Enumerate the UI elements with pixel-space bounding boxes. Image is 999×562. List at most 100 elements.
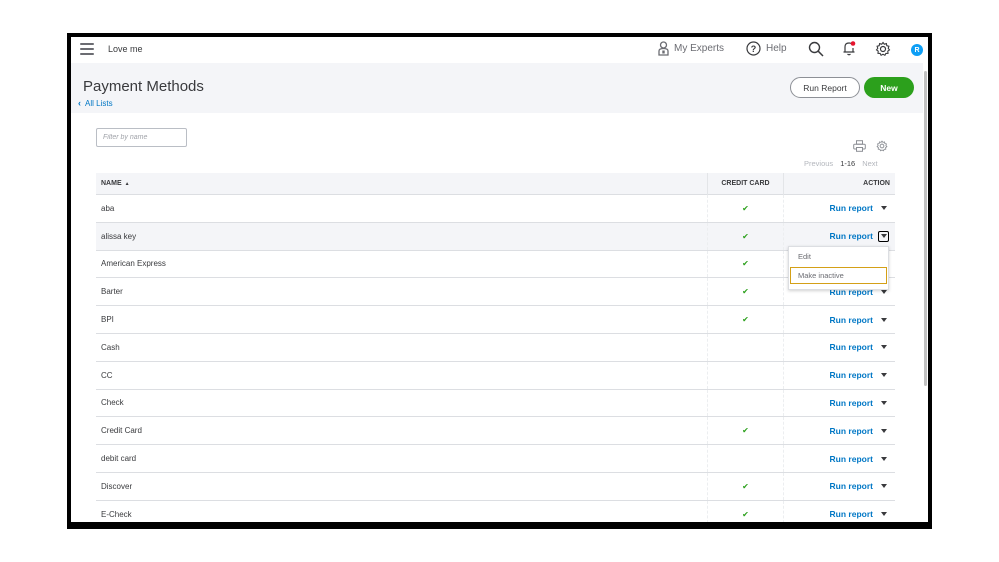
page-header: Payment Methods ‹ All Lists Run Report N… (71, 63, 923, 113)
notifications-button[interactable] (842, 40, 856, 57)
checkmark-icon: ✔ (742, 315, 749, 325)
credit-card-cell (707, 333, 783, 361)
avatar[interactable]: R (911, 44, 923, 56)
table-row[interactable]: CC Run report (96, 361, 895, 390)
run-report-link[interactable]: Run report (830, 509, 873, 519)
run-report-link[interactable]: Run report (830, 342, 873, 352)
top-bar: Love me My Experts ? Help R (71, 37, 928, 63)
payment-method-name: Cash (101, 342, 120, 352)
previous-page-button[interactable]: Previous (804, 159, 833, 168)
run-report-link[interactable]: Run report (830, 398, 873, 408)
expert-person-icon (658, 41, 669, 56)
table-row[interactable]: aba ✔ Run report (96, 195, 895, 223)
payment-method-name: Discover (101, 481, 133, 491)
table-row[interactable]: alissa key ✔ Run report (96, 222, 895, 251)
chevron-down-icon[interactable] (878, 342, 889, 353)
payment-method-name: Credit Card (101, 426, 142, 436)
column-name-label: NAME (101, 180, 122, 187)
table-row[interactable]: Barter ✔ Run report (96, 278, 895, 307)
action-cell: Run report (783, 306, 895, 333)
table-row[interactable]: Discover ✔ Run report (96, 472, 895, 501)
action-cell: Run report (783, 445, 895, 472)
table-settings-button[interactable] (876, 139, 888, 157)
company-name: Love me (108, 44, 143, 54)
chevron-down-icon[interactable] (878, 481, 889, 492)
payment-method-name: Check (101, 398, 124, 408)
table-row[interactable]: Check Run report (96, 389, 895, 418)
settings-button[interactable] (875, 41, 891, 57)
run-report-button[interactable]: Run Report (790, 77, 860, 98)
chevron-down-icon[interactable] (878, 509, 889, 520)
checkmark-icon: ✔ (742, 203, 749, 213)
gear-icon (875, 41, 891, 57)
gear-icon (876, 140, 888, 152)
my-experts-button[interactable]: My Experts (658, 41, 724, 56)
run-report-link[interactable]: Run report (830, 426, 873, 436)
next-page-button[interactable]: Next (862, 159, 877, 168)
run-report-link[interactable]: Run report (830, 370, 873, 380)
table-row[interactable]: Cash Run report (96, 333, 895, 362)
printer-icon (853, 140, 866, 152)
monitor-frame: Love me My Experts ? Help R Payment Meth… (67, 33, 932, 529)
chevron-left-icon: ‹ (78, 98, 81, 108)
table-row[interactable]: Credit Card ✔ Run report (96, 417, 895, 446)
action-cell: Run report (783, 417, 895, 445)
app-window: Love me My Experts ? Help R Payment Meth… (71, 37, 928, 522)
action-cell: Run report (783, 333, 895, 361)
payment-method-name: aba (101, 203, 115, 213)
new-button[interactable]: New (864, 77, 914, 98)
run-report-link[interactable]: Run report (830, 203, 873, 213)
all-lists-link[interactable]: ‹ All Lists (78, 98, 113, 108)
run-report-link[interactable]: Run report (830, 481, 873, 491)
menu-item-make-inactive[interactable]: Make inactive (790, 267, 887, 284)
table-row[interactable]: American Express✔Run report (96, 250, 895, 279)
table-row[interactable]: debit card Run report (96, 445, 895, 473)
chevron-down-icon[interactable] (878, 314, 889, 325)
credit-card-cell: ✔ (707, 278, 783, 306)
run-report-link[interactable]: Run report (830, 231, 873, 241)
chevron-down-icon[interactable] (878, 370, 889, 381)
menu-item-edit[interactable]: Edit (789, 247, 888, 266)
credit-card-cell: ✔ (707, 195, 783, 222)
search-button[interactable] (808, 41, 824, 57)
pagination: Previous 1-16 Next (804, 159, 878, 168)
all-lists-label: All Lists (85, 98, 113, 108)
checkmark-icon: ✔ (742, 231, 749, 241)
run-report-link[interactable]: Run report (830, 315, 873, 325)
checkmark-icon: ✔ (742, 509, 749, 519)
help-label: Help (766, 43, 787, 54)
credit-card-cell: ✔ (707, 500, 783, 522)
chevron-down-icon[interactable] (878, 397, 889, 408)
chevron-down-icon[interactable] (878, 230, 889, 242)
help-button[interactable]: ? Help (746, 41, 787, 56)
payment-method-name: debit card (101, 454, 137, 464)
action-cell: Run report (783, 195, 895, 222)
payment-method-name: Barter (101, 287, 123, 297)
print-button[interactable] (853, 139, 866, 157)
table-row[interactable]: BPI ✔ Run report (96, 306, 895, 334)
credit-card-cell: ✔ (707, 250, 783, 278)
action-cell: Run report (783, 361, 895, 389)
run-report-link[interactable]: Run report (830, 454, 873, 464)
filter-by-name-input[interactable] (96, 128, 187, 147)
payment-method-name: CC (101, 370, 113, 380)
menu-icon[interactable] (80, 43, 94, 55)
column-header-action: ACTION (783, 172, 895, 195)
chevron-down-icon[interactable] (878, 453, 889, 464)
chevron-down-icon[interactable] (878, 203, 889, 214)
action-cell: Run report (783, 500, 895, 522)
page-range: 1-16 (840, 159, 856, 168)
scrollbar-thumb[interactable] (924, 71, 927, 386)
column-header-name[interactable]: NAME ▲ (96, 180, 707, 187)
vertical-scrollbar[interactable] (923, 63, 928, 522)
my-experts-label: My Experts (674, 43, 725, 54)
checkmark-icon: ✔ (742, 426, 749, 436)
credit-card-cell (707, 445, 783, 472)
help-circle-icon: ? (746, 41, 761, 56)
table-row[interactable]: E-Check ✔ Run report (96, 500, 895, 522)
credit-card-cell (707, 361, 783, 389)
chevron-down-icon[interactable] (878, 425, 889, 436)
page-title: Payment Methods (83, 78, 204, 95)
payment-method-name: BPI (101, 315, 114, 325)
action-cell: Run report (783, 472, 895, 500)
